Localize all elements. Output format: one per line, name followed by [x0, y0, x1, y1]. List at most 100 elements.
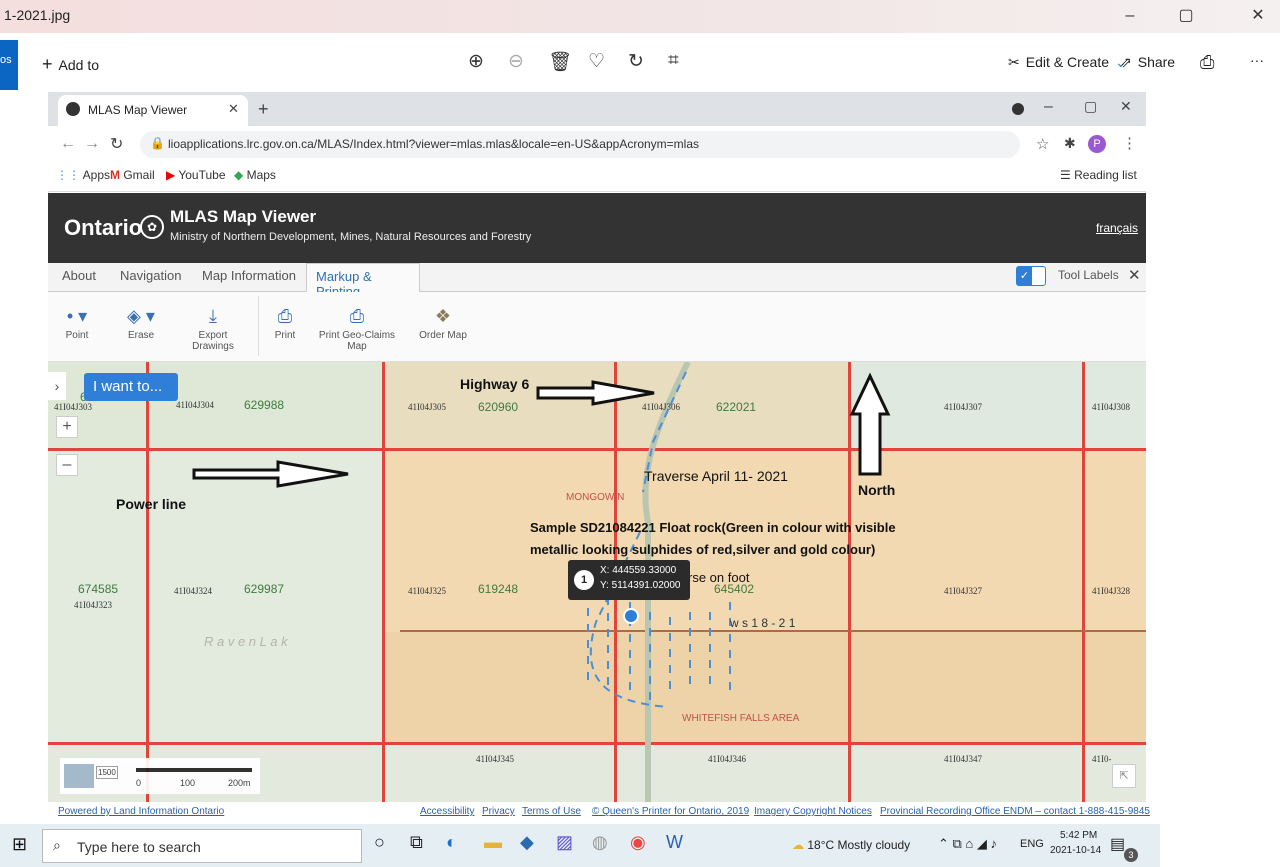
zoom-out-icon[interactable]: ⊖: [508, 50, 524, 73]
erase-tool-button[interactable]: ◈ ▾ Erase: [106, 302, 176, 341]
browser-tab[interactable]: MLAS Map Viewer ✕: [58, 95, 248, 126]
photos-back-tab[interactable]: os: [0, 40, 18, 90]
word-icon[interactable]: W: [666, 832, 683, 853]
tab-navigation[interactable]: Navigation: [120, 268, 181, 283]
expand-panel-chevron-icon[interactable]: ›: [48, 372, 66, 400]
input-language[interactable]: ENG: [1020, 838, 1044, 850]
chrome-icon[interactable]: ◉: [630, 832, 646, 853]
delete-icon[interactable]: 🗑: [548, 50, 572, 74]
overview-map-icon[interactable]: [64, 764, 94, 788]
bookmark-gmail[interactable]: M Gmail: [110, 168, 155, 182]
print-button[interactable]: ⎙ Print: [250, 302, 320, 341]
zoom-in-button[interactable]: +: [56, 416, 78, 438]
reload-icon[interactable]: ↻: [110, 134, 123, 154]
annotation-highway: Highway 6: [460, 376, 530, 392]
language-link[interactable]: français: [1096, 221, 1138, 235]
edge-icon[interactable]: ◐: [446, 832, 457, 853]
cell-code: 41I04J307: [944, 402, 982, 412]
sample-point-marker[interactable]: [623, 608, 639, 624]
imagery-link[interactable]: Imagery Copyright Notices: [754, 806, 872, 817]
minimize-button[interactable]: –: [1110, 4, 1150, 28]
taskbar-search-box[interactable]: ⌕ Type here to search: [42, 829, 362, 863]
app-subtitle: Ministry of Northern Development, Mines,…: [170, 231, 532, 243]
privacy-link[interactable]: Privacy: [482, 806, 515, 817]
extension-icon[interactable]: [1012, 103, 1024, 115]
map-order-icon: ❖: [434, 306, 452, 326]
clock-date[interactable]: 2021-10-14: [1050, 845, 1101, 856]
collapse-corner-icon[interactable]: ⇱: [1112, 764, 1136, 788]
share-button[interactable]: ⇗ Share: [1120, 54, 1175, 71]
browser-minimize-button[interactable]: –: [1044, 98, 1053, 116]
browser-restore-icon[interactable]: ▢: [1084, 98, 1097, 115]
powered-by-link[interactable]: Powered by Land Information Ontario: [58, 806, 224, 817]
url-field[interactable]: 🔒 lioapplications.lrc.gov.on.ca/MLAS/Ind…: [140, 131, 1020, 158]
share-icon: ⇗: [1120, 54, 1132, 70]
favorite-icon[interactable]: ♡: [588, 50, 605, 73]
bookmark-youtube[interactable]: ▶ YouTube: [166, 168, 226, 182]
export-drawings-button[interactable]: ⤓ Export Drawings: [178, 302, 248, 352]
power-line-arrow: [192, 460, 349, 488]
terms-link[interactable]: Terms of Use: [522, 806, 581, 817]
point-tool-button[interactable]: • ▾ Point: [42, 302, 112, 341]
zoom-out-button[interactable]: –: [56, 454, 78, 476]
bookmark-maps[interactable]: ◆ Maps: [234, 168, 276, 182]
tab-close-icon[interactable]: ✕: [228, 101, 239, 117]
printer-icon: ⎙: [349, 306, 365, 326]
browser-menu-icon[interactable]: ⋮: [1122, 134, 1137, 152]
i-want-to-button[interactable]: I want to...: [84, 373, 178, 401]
plus-icon: +: [42, 54, 53, 74]
order-map-button[interactable]: ❖ Order Map: [408, 302, 478, 341]
scale-zero: 0: [136, 778, 142, 788]
browser-close-button[interactable]: ✕: [1120, 98, 1132, 115]
tool-labels-toggle[interactable]: ✓: [1016, 266, 1046, 286]
export-icon: ⤓: [209, 306, 217, 326]
tab-markup-printing[interactable]: Markup & Printing: [306, 263, 420, 299]
cell-code: 41I04J347: [944, 754, 982, 764]
bookmark-apps[interactable]: ⋮⋮ Apps: [56, 168, 110, 182]
recording-office-link[interactable]: Provincial Recording Office ENDM – conta…: [880, 806, 1150, 817]
add-to-button[interactable]: + Add to: [42, 54, 99, 75]
tab-about[interactable]: About: [62, 268, 96, 283]
windows-start-icon[interactable]: ⊞: [12, 834, 27, 855]
app-header: Ontario ✿ MLAS Map Viewer Ministry of No…: [48, 193, 1146, 263]
annotation-power-line: Power line: [116, 496, 187, 512]
app-icon[interactable]: ◍: [592, 832, 608, 853]
task-view-icon[interactable]: ⧉: [410, 832, 423, 853]
zoom-in-icon[interactable]: ⊕: [468, 50, 484, 73]
maximize-icon[interactable]: ▢: [1166, 4, 1206, 28]
notes-app-icon[interactable]: ▨: [556, 832, 573, 853]
tab-map-information[interactable]: Map Information: [202, 268, 296, 283]
store-icon[interactable]: ◆: [520, 832, 534, 853]
notification-center-icon[interactable]: ▤: [1110, 834, 1125, 854]
print-icon[interactable]: ⎙: [1200, 52, 1214, 73]
more-button[interactable]: ···: [1250, 52, 1264, 68]
map-canvas[interactable]: 41I04J303 672168 41I04J304 629988 41I04J…: [48, 362, 1146, 802]
panel-close-icon[interactable]: ✕: [1128, 266, 1141, 284]
clock-time[interactable]: 5:42 PM: [1060, 830, 1097, 841]
check-icon: ✓: [1017, 267, 1032, 285]
accessibility-link[interactable]: Accessibility: [420, 806, 474, 817]
reading-list-button[interactable]: ☰ Reading list: [1060, 168, 1137, 182]
close-button[interactable]: ✕: [1238, 4, 1278, 28]
coordinate-popup: 1 X: 444559.33000 Y: 5114391.02000: [568, 560, 690, 600]
file-explorer-icon[interactable]: ▬: [484, 832, 502, 853]
cortana-icon[interactable]: ○: [374, 832, 385, 853]
weather-widget[interactable]: ☁ 18°C Mostly cloudy: [792, 838, 910, 852]
annotation-sample-line2: metallic looking sulphides of red,silver…: [530, 542, 876, 557]
copyright-link[interactable]: © Queen's Printer for Ontario, 2019: [592, 806, 749, 817]
back-arrow-icon[interactable]: ←: [60, 135, 76, 153]
cell-code: 41I04J327: [944, 586, 982, 596]
bookmark-star-icon[interactable]: ☆: [1036, 135, 1049, 153]
system-tray-icons[interactable]: ⌃ ⧉ ⌂ ◢ ♪: [938, 836, 997, 852]
place-label-mongowin: MONGOWIN: [566, 492, 625, 503]
extensions-puzzle-icon[interactable]: ✱: [1064, 135, 1076, 152]
profile-avatar[interactable]: P: [1088, 135, 1106, 153]
file-title: 1-2021.jpg: [4, 7, 71, 23]
new-tab-button[interactable]: +: [258, 99, 269, 120]
crop-icon[interactable]: ⌗: [668, 50, 679, 72]
forward-arrow-icon[interactable]: →: [84, 135, 100, 153]
edit-create-button[interactable]: ✂ Edit & Create ⌄: [1008, 54, 1127, 71]
rotate-icon[interactable]: ↻: [628, 50, 644, 73]
print-geo-claims-button[interactable]: ⎙ Print Geo-Claims Map: [312, 302, 402, 352]
cell-code: 41I04J325: [408, 586, 446, 596]
